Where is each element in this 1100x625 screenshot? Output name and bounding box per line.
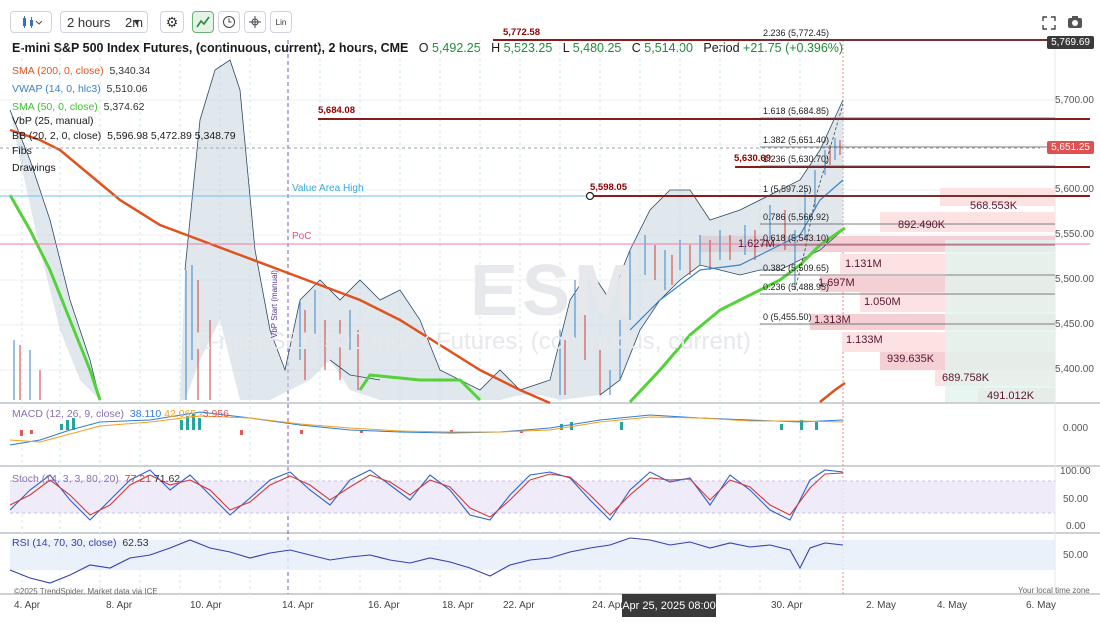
date-label: 30. Apr [771,600,803,611]
vbp-start-label: VbP Start (manual) [270,270,279,338]
vbp-value: 939.635K [887,353,935,365]
date-label: 4. May [937,600,968,611]
fib-label: 0.786 (5,566.92) [763,212,830,222]
stoch-axis-label: 0.00 [1066,521,1086,532]
level-label-5598: 5,598.05 [590,182,627,193]
vbp-value: 1.697M [818,277,855,289]
price-tag-top: 5,769.69 [1047,36,1094,49]
timezone-label[interactable]: Your local time zone [1018,586,1090,595]
date-label: 14. Apr [282,600,314,611]
legend-sma-200[interactable]: SMA (200, 0, close) 5,340.34 [12,65,150,77]
stoch-legend[interactable]: Stoch (14, 3, 3, 80, 20) 77.21 71.62 [12,473,180,485]
fib-label: 2.236 (5,772.45) [763,28,830,38]
legend-sma-50[interactable]: SMA (50, 0, close) 5,374.62 [12,101,145,113]
stoch-axis-label: 100.00 [1060,466,1091,477]
price-axis-label: 5,600.00 [1055,184,1094,195]
vbp-value: 1.313M [814,314,851,326]
legend-bb[interactable]: BB (20, 2, 0, close) 5,596.98 5,472.89 5… [12,130,236,142]
price-tag-current: 5,651.25 [1047,141,1094,154]
price-axis-label: 5,700.00 [1055,95,1094,106]
macd-axis-label: 0.000 [1063,423,1089,434]
value-area-high-label: Value Area High [292,183,364,194]
date-label: 8. Apr [106,600,133,611]
legend-vwap[interactable]: VWAP (14, 0, hlc3) 5,510.06 [12,83,147,95]
fib-label: 1 (5,597.25) [763,184,812,194]
vbp-value: 1.050M [864,296,901,308]
watermark-symbol: ESM [470,251,639,331]
fib-label: 1.382 (5,651.40) [763,135,830,145]
date-label: 2. May [866,600,897,611]
date-cursor-label: Apr 25, 2025 08:00 [622,594,716,617]
price-axis-label: 5,550.00 [1055,229,1094,240]
rsi-legend[interactable]: RSI (14, 70, 30, close) 62.53 [12,537,149,549]
poc-label: PoC [292,231,312,242]
date-label: 16. Apr [368,600,400,611]
vbp-value: 491.012K [987,390,1035,402]
price-axis-label: 5,450.00 [1055,319,1094,330]
price-axis-label: 5,500.00 [1055,274,1094,285]
vbp-value: 892.490K [898,219,946,231]
rsi-axis-label: 50.00 [1063,550,1089,561]
level-label-5684: 5,684.08 [318,105,355,116]
legend-drawings[interactable]: Drawings [12,162,56,174]
macd-legend[interactable]: MACD (12, 26, 9, close) 38.110 42.065 -3… [12,408,229,420]
date-label: 10. Apr [190,600,222,611]
fib-label: 0 (5,455.50) [763,312,812,322]
fib-label: 1.236 (5,630.70) [763,154,830,164]
data-credit: ©2025 TrendSpider. Market data via ICE [14,587,158,596]
fib-label: 0.382 (5,509.65) [763,263,830,273]
price-axis-label: 5,400.00 [1055,364,1094,375]
vbp-value: 1.627M [738,238,775,250]
level-label-5772: 5,772.58 [503,27,540,38]
vbp-value: 1.131M [845,258,882,270]
vbp-value: 568.553K [970,200,1018,212]
date-label: 4. Apr [14,600,41,611]
stoch-axis-label: 50.00 [1063,494,1089,505]
vbp-value: 689.758K [942,372,990,384]
date-label: 24. Apr [592,600,624,611]
legend-fibs[interactable]: Fibs [12,145,32,157]
date-label: 6. May [1026,600,1057,611]
vbp-value: 1.133M [846,334,883,346]
fib-label: 1.618 (5,684.85) [763,106,830,116]
legend-vbp[interactable]: VbP (25, manual) [12,115,94,127]
date-label: 18. Apr [442,600,474,611]
date-label: 22. Apr [503,600,535,611]
